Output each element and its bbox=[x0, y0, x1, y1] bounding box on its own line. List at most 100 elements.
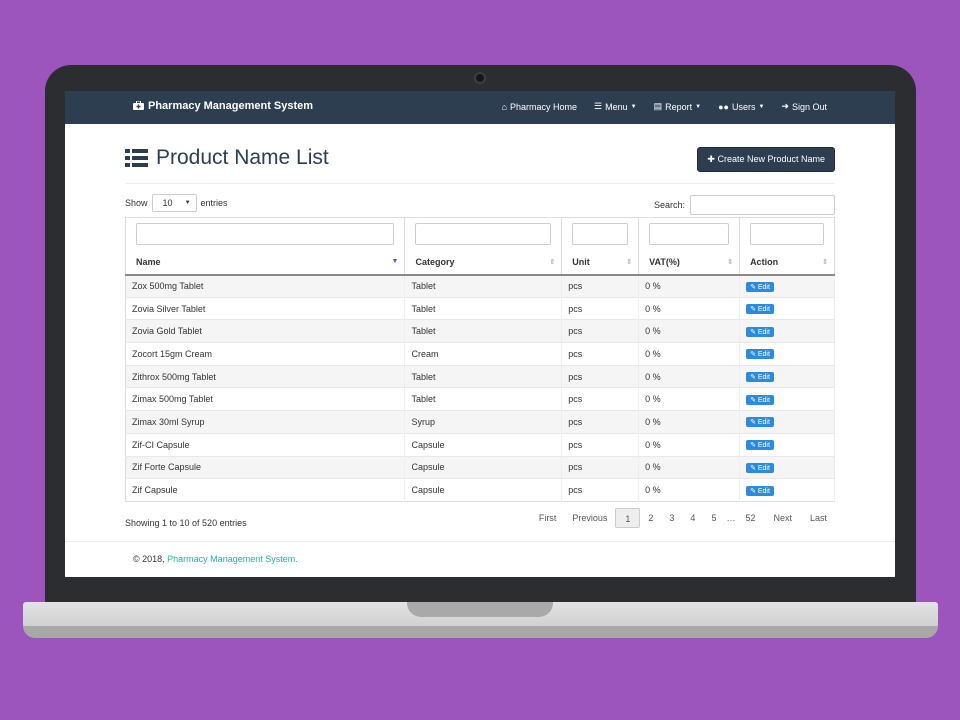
cell-name: Zocort 15gm Cream bbox=[125, 342, 406, 366]
edit-icon: ✎ bbox=[750, 396, 758, 404]
edit-button[interactable]: ✎ Edit bbox=[746, 349, 774, 360]
cell-category: Syrup bbox=[404, 410, 563, 434]
cell-unit: pcs bbox=[561, 274, 640, 298]
edit-button[interactable]: ✎ Edit bbox=[746, 394, 774, 405]
page-header: Product Name List ✚ Create New Product N… bbox=[125, 146, 835, 184]
edit-button[interactable]: ✎ Edit bbox=[746, 485, 774, 496]
edit-icon: ✎ bbox=[750, 306, 758, 314]
table-row: Zocort 15gm Cream Cream pcs 0 % ✎ Edit bbox=[125, 342, 835, 366]
edit-button[interactable]: ✎ Edit bbox=[746, 372, 774, 383]
table-row: Zimax 30ml Syrup Syrup pcs 0 % ✎ Edit bbox=[125, 410, 835, 434]
caret-down-icon: ▼ bbox=[630, 103, 637, 110]
edit-label: Edit bbox=[757, 351, 770, 359]
page-title: Product Name List bbox=[125, 146, 329, 170]
create-button-label: Create New Product Name bbox=[717, 154, 825, 164]
filter-unit-input[interactable] bbox=[572, 223, 629, 246]
edit-icon: ✎ bbox=[750, 487, 758, 495]
cell-name: Zif Forte Capsule bbox=[125, 455, 406, 479]
home-icon: ⌂ bbox=[501, 101, 508, 112]
edit-label: Edit bbox=[757, 328, 770, 336]
nav-item-home[interactable]: ⌂ Pharmacy Home bbox=[502, 101, 577, 112]
column-header-category[interactable]: Category ⇕ bbox=[404, 250, 563, 276]
page-3[interactable]: 3 bbox=[661, 508, 682, 528]
cell-name: Zif-CI Capsule bbox=[125, 432, 406, 456]
footer: © 2018, Pharmacy Management System. bbox=[65, 541, 895, 564]
cell-unit: pcs bbox=[561, 432, 640, 456]
medkit-icon bbox=[133, 100, 144, 112]
sign-out-icon: ➜ bbox=[781, 101, 789, 111]
cell-action: ✎ Edit bbox=[739, 387, 835, 411]
table-row: Zif-CI Capsule Capsule pcs 0 % ✎ Edit bbox=[125, 432, 835, 456]
cell-action: ✎ Edit bbox=[739, 319, 835, 343]
navbar: Pharmacy Management System ⌂ Pharmacy Ho… bbox=[65, 91, 895, 124]
cell-category: Tablet bbox=[404, 364, 563, 388]
filter-cell bbox=[739, 217, 835, 251]
table-body: Zox 500mg Tablet Tablet pcs 0 % ✎ Edit Zovia … bbox=[125, 274, 835, 502]
list-icon bbox=[125, 149, 148, 167]
edit-label: Edit bbox=[757, 464, 770, 472]
page-first[interactable]: First bbox=[531, 508, 565, 528]
edit-button[interactable]: ✎ Edit bbox=[746, 462, 774, 473]
page-last[interactable]: Last bbox=[802, 508, 835, 528]
page-previous[interactable]: Previous bbox=[564, 508, 615, 528]
cell-name: Zox 500mg Tablet bbox=[125, 274, 406, 298]
edit-button[interactable]: ✎ Edit bbox=[746, 281, 774, 292]
filter-vat-input[interactable] bbox=[649, 223, 730, 246]
footer-link[interactable]: Pharmacy Management System. bbox=[167, 554, 298, 564]
cell-vat: 0 % bbox=[638, 410, 741, 434]
column-header-vat[interactable]: VAT(%) ⇕ bbox=[638, 250, 741, 276]
create-product-button[interactable]: ✚ Create New Product Name bbox=[697, 147, 835, 172]
cell-vat: 0 % bbox=[638, 319, 741, 343]
page-1[interactable]: 1 bbox=[615, 508, 641, 528]
column-header-unit[interactable]: Unit ⇕ bbox=[561, 250, 640, 276]
entries-select[interactable]: 10 ▼ bbox=[151, 194, 197, 212]
column-label: Unit bbox=[572, 257, 590, 267]
copyright: © 2018, bbox=[133, 554, 165, 564]
column-header-name[interactable]: Name ▼ bbox=[125, 250, 406, 276]
nav-item-report[interactable]: ▤ Report ▼ bbox=[654, 101, 701, 112]
edit-label: Edit bbox=[757, 487, 770, 495]
edit-button[interactable]: ✎ Edit bbox=[746, 326, 774, 337]
edit-button[interactable]: ✎ Edit bbox=[746, 417, 774, 428]
nav-item-menu[interactable]: ☰ Menu ▼ bbox=[594, 101, 637, 112]
cell-category: Capsule bbox=[404, 432, 563, 456]
table-row: Zithrox 500mg Tablet Tablet pcs 0 % ✎ Edit bbox=[125, 364, 835, 388]
search-input[interactable] bbox=[690, 195, 835, 215]
brand[interactable]: Pharmacy Management System bbox=[133, 100, 313, 112]
entries-value: 10 bbox=[162, 198, 173, 208]
table-row: Zif Forte Capsule Capsule pcs 0 % ✎ Edit bbox=[125, 455, 835, 479]
cell-action: ✎ Edit bbox=[739, 274, 835, 298]
show-label: Show bbox=[125, 198, 148, 208]
cell-name: Zimax 30ml Syrup bbox=[125, 410, 406, 434]
cell-category: Tablet bbox=[404, 387, 563, 411]
cell-vat: 0 % bbox=[638, 296, 741, 320]
users-icon: ●● bbox=[718, 101, 729, 112]
page-4[interactable]: 4 bbox=[682, 508, 703, 528]
list-icon: ☰ bbox=[594, 101, 603, 111]
filter-category-input[interactable] bbox=[415, 223, 552, 246]
edit-button[interactable]: ✎ Edit bbox=[746, 440, 774, 451]
header-row: Name ▼ Category ⇕ Unit ⇕ VAT(%) ⇕ Action ⇕ bbox=[125, 250, 835, 276]
nav-item-sign-out[interactable]: ➜ Sign Out bbox=[781, 101, 827, 112]
search-area: Search: bbox=[654, 195, 835, 215]
sort-icon: ⇕ bbox=[727, 258, 734, 266]
filter-name-input[interactable] bbox=[136, 223, 395, 246]
cell-unit: pcs bbox=[561, 410, 640, 434]
page-next[interactable]: Next bbox=[763, 508, 802, 528]
edit-label: Edit bbox=[757, 442, 770, 450]
page-5[interactable]: 5 bbox=[703, 508, 724, 528]
cell-vat: 0 % bbox=[638, 342, 741, 366]
product-table: Name ▼ Category ⇕ Unit ⇕ VAT(%) ⇕ Action ⇕ Zo… bbox=[125, 217, 835, 502]
page-52[interactable]: 52 bbox=[737, 508, 763, 528]
page-2[interactable]: 2 bbox=[640, 508, 661, 528]
cell-unit: pcs bbox=[561, 319, 640, 343]
edit-button[interactable]: ✎ Edit bbox=[746, 304, 774, 315]
nav-item-users[interactable]: ●● Users ▼ bbox=[718, 101, 764, 112]
cell-name: Zimax 500mg Tablet bbox=[125, 387, 406, 411]
edit-label: Edit bbox=[757, 396, 770, 404]
cell-category: Capsule bbox=[404, 478, 563, 502]
column-header-action[interactable]: Action ⇕ bbox=[739, 250, 835, 276]
filter-row bbox=[125, 217, 835, 251]
filter-action-input[interactable] bbox=[750, 223, 824, 246]
cell-vat: 0 % bbox=[638, 364, 741, 388]
